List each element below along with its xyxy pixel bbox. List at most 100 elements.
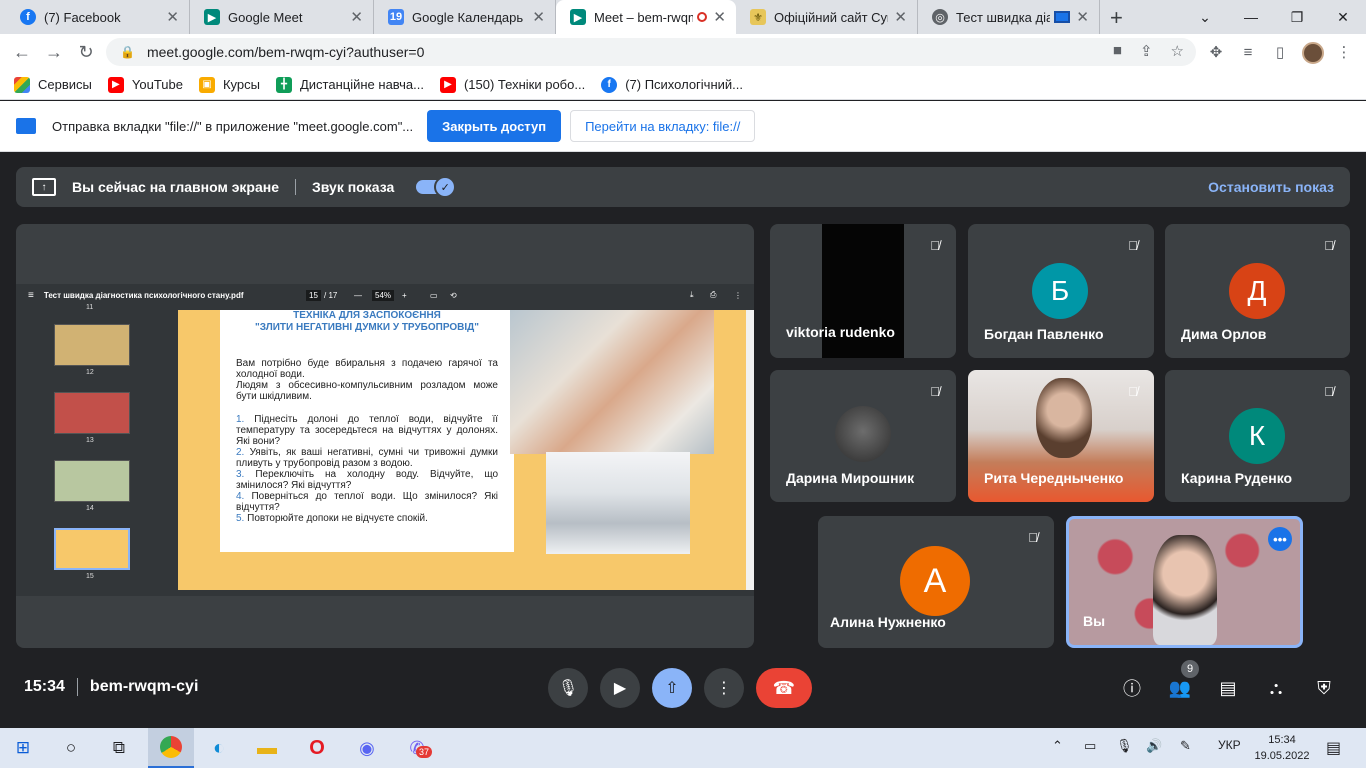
tab-search-button[interactable]: ⌄ xyxy=(1182,0,1228,34)
tab-meet-active[interactable]: ▶ Meet – bem-rwqm ✕ xyxy=(556,0,736,34)
step-item: 1. Піднесіть долоні до теплої води, відч… xyxy=(236,414,499,447)
bookmark-youtube[interactable]: ▶ YouTube xyxy=(107,76,183,93)
zoom-out-icon[interactable]: — xyxy=(354,291,362,300)
more-options-button[interactable]: ⋮ xyxy=(704,668,744,708)
maximize-button[interactable]: ❐ xyxy=(1274,0,1320,34)
menu-kebab-icon[interactable]: ⋮ xyxy=(1334,42,1354,62)
notifications-icon[interactable]: ▤ xyxy=(1326,738,1341,758)
battery-icon[interactable]: ▭ xyxy=(1084,738,1096,754)
participant-tile[interactable]: 🎙̸ Дарина Мирошник xyxy=(770,370,956,502)
more-options-icon[interactable]: ••• xyxy=(1268,527,1292,551)
page-thumbnail-selected[interactable] xyxy=(54,528,130,570)
more-options-icon[interactable]: ⋮ xyxy=(734,291,742,300)
minimize-button[interactable]: — xyxy=(1228,0,1274,34)
windows-logo-icon: ⊞ xyxy=(15,738,31,757)
url-input[interactable]: 🔒 meet.google.com/bem-rwqm-cyi?authuser=… xyxy=(106,38,1196,66)
viber-taskbar-button[interactable]: ✆ 37 xyxy=(394,728,440,768)
close-tab-icon[interactable]: ✕ xyxy=(894,8,907,26)
tab-test-pdf[interactable]: ◎ Тест швидка діаг ✕ xyxy=(918,0,1100,34)
edge-taskbar-button[interactable]: ◐ xyxy=(196,728,242,768)
opera-taskbar-button[interactable]: O xyxy=(294,728,340,768)
extensions-icon[interactable]: ✥ xyxy=(1206,42,1226,62)
pen-icon[interactable]: ✎ xyxy=(1180,738,1191,754)
share-icon[interactable]: ⇪ xyxy=(1140,42,1153,60)
close-tab-icon[interactable]: ✕ xyxy=(713,8,726,26)
tab-google-meet[interactable]: ▶ Google Meet ✕ xyxy=(190,0,374,34)
participant-tile[interactable]: 🎙̸ А Алина Нужненко xyxy=(818,516,1054,648)
menu-icon[interactable]: ≡ xyxy=(28,290,34,301)
language-indicator[interactable]: УКР xyxy=(1218,738,1241,752)
task-view-button[interactable]: ⧉ xyxy=(96,728,142,768)
tab-google-calendar[interactable]: 19 Google Календарь - с ✕ xyxy=(374,0,556,34)
start-button[interactable]: ⊞ xyxy=(0,728,46,768)
pdf-scrollbar[interactable] xyxy=(746,310,754,590)
close-window-button[interactable]: ✕ xyxy=(1320,0,1366,34)
camera-button[interactable]: ▶ xyxy=(600,668,640,708)
back-button[interactable]: ← xyxy=(10,40,34,64)
participant-tile[interactable]: 🎙̸ Д Дима Орлов xyxy=(1165,224,1350,358)
new-tab-button[interactable]: + xyxy=(1110,5,1123,31)
discord-taskbar-button[interactable]: ◉ xyxy=(344,728,390,768)
presentation-sound-toggle[interactable]: ✓ xyxy=(416,176,457,198)
page-thumbnail[interactable] xyxy=(54,460,130,502)
close-tab-icon[interactable]: ✕ xyxy=(350,8,363,26)
chrome-taskbar-button[interactable] xyxy=(148,728,194,768)
bookmark-courses[interactable]: ▣ Курсы xyxy=(198,76,260,93)
print-icon[interactable]: ⎙ xyxy=(710,290,716,300)
participant-tile[interactable]: 🎙̸ К Карина Руденко xyxy=(1165,370,1350,502)
step-item: 5. Повторюйте допоки не відчуєте спокій. xyxy=(236,513,428,524)
page-thumbnail[interactable] xyxy=(54,392,130,434)
microphone-button[interactable]: 🎙 xyxy=(548,668,588,708)
participant-tile[interactable]: 🎙̸ Рита Чередныченко xyxy=(968,370,1154,502)
reload-button[interactable]: ↻ xyxy=(74,40,98,64)
clock[interactable]: 15:34 19.05.2022 xyxy=(1252,732,1312,764)
media-control-icon[interactable]: ≡ xyxy=(1238,42,1258,62)
people-button[interactable]: 👥 xyxy=(1166,674,1194,702)
video-feed xyxy=(1036,378,1092,458)
self-video-tile[interactable]: ••• Вы xyxy=(1066,516,1303,648)
page-thumbnail[interactable] xyxy=(54,324,130,366)
activities-button[interactable]: ⛬ xyxy=(1262,674,1290,702)
close-tab-icon[interactable]: ✕ xyxy=(532,8,545,26)
profile-avatar[interactable] xyxy=(1302,42,1324,64)
close-tab-icon[interactable]: ✕ xyxy=(1076,8,1089,26)
leave-call-button[interactable]: ☎ xyxy=(756,668,812,708)
zoom-level[interactable]: 54% xyxy=(372,289,395,301)
presenting-banner: ↑ Вы сейчас на главном экране Звук показ… xyxy=(16,167,1350,207)
go-to-tab-button[interactable]: Перейти на вкладку: file:// xyxy=(570,110,756,142)
present-now-button[interactable]: ⇧ xyxy=(652,668,692,708)
participant-tile[interactable]: 🎙̸ Б Богдан Павленко xyxy=(968,224,1154,358)
download-icon[interactable]: ⤓ xyxy=(690,290,694,300)
rotate-icon[interactable]: ⟲ xyxy=(450,291,457,300)
camera-in-use-icon[interactable]: ■ xyxy=(1113,42,1122,60)
stop-sharing-button[interactable]: Закрыть доступ xyxy=(427,110,562,142)
bookmark-distance-learning[interactable]: ╋ Дистанційне навча... xyxy=(275,76,424,93)
pdf-filename: Тест швидка діагностика психологічного с… xyxy=(43,290,244,300)
bookmark-techniques[interactable]: ▶ (150) Техніки робо... xyxy=(439,76,585,93)
zoom-in-icon[interactable]: + xyxy=(402,291,407,300)
close-tab-icon[interactable]: ✕ xyxy=(166,8,179,26)
volume-icon[interactable]: 🔊 xyxy=(1146,738,1162,754)
show-hidden-icons[interactable]: ⌃ xyxy=(1052,738,1063,754)
forward-button[interactable]: → xyxy=(42,40,66,64)
page-number-input[interactable]: 15 xyxy=(306,289,321,301)
bookmark-star-icon[interactable]: ☆ xyxy=(1171,42,1184,60)
bookmark-services[interactable]: Сервисы xyxy=(14,76,92,93)
host-controls-button[interactable]: ⛨ xyxy=(1310,674,1338,702)
tab-sumy-official[interactable]: ⚜ Офіційний сайт Сумс ✕ xyxy=(736,0,918,34)
microphone-tray-icon[interactable]: 🎙 xyxy=(1116,738,1133,754)
tab-facebook[interactable]: f (7) Facebook ✕ xyxy=(6,0,190,34)
fit-page-icon[interactable]: ▭ xyxy=(430,291,438,300)
search-button[interactable]: ○ xyxy=(48,728,94,768)
bookmark-psychological[interactable]: f (7) Психологічний... xyxy=(601,76,743,93)
chat-button[interactable]: ▤ xyxy=(1214,674,1242,702)
meeting-details-button[interactable]: ⓘ xyxy=(1118,674,1146,702)
lock-icon[interactable]: 🔒 xyxy=(120,45,135,59)
explorer-taskbar-button[interactable]: ▬ xyxy=(244,728,290,768)
participant-tile[interactable]: 🎙̸ viktoria rudenko xyxy=(770,224,956,358)
thumb-label: 15 xyxy=(86,573,94,580)
side-panel-icon[interactable]: ▯ xyxy=(1270,42,1290,62)
stop-presenting-button[interactable]: Остановить показ xyxy=(1208,179,1334,195)
apps-grid-icon xyxy=(14,76,30,93)
windows-taskbar: ⊞ ○ ⧉ ◐ ▬ O ◉ ✆ 37 ⌃ ▭ 🎙 🔊 ✎ УКР 15:34 1… xyxy=(0,728,1366,768)
